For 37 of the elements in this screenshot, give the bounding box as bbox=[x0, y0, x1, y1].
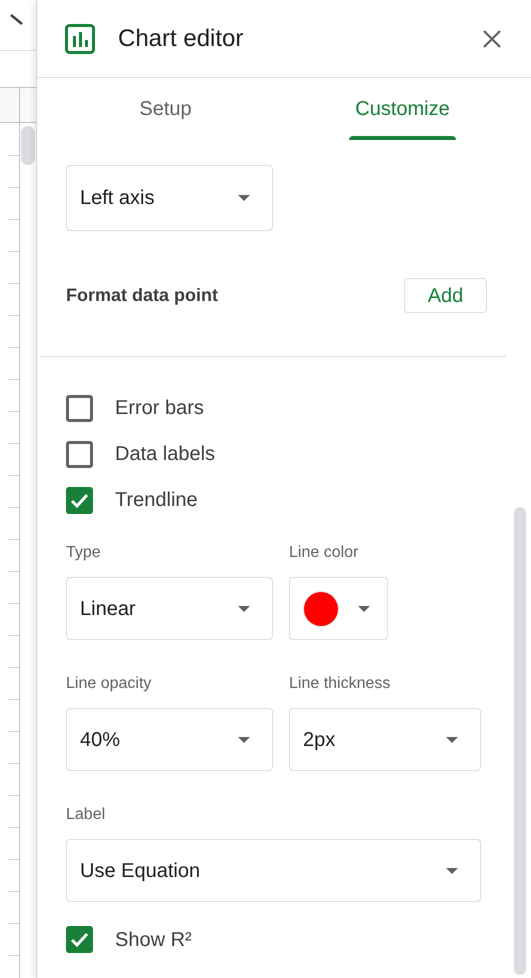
checkbox[interactable] bbox=[66, 440, 93, 468]
section-title: Format data point bbox=[66, 284, 218, 307]
caret-icon bbox=[238, 195, 250, 201]
checkbox-label[interactable]: Error bars bbox=[115, 393, 204, 423]
caret-icon bbox=[238, 736, 250, 742]
dropdown[interactable]: Use Equation bbox=[66, 839, 481, 902]
scrollbar-thumb[interactable] bbox=[21, 126, 35, 165]
dropdown[interactable]: Linear bbox=[66, 577, 273, 640]
scrollbar-thumb[interactable] bbox=[514, 507, 526, 975]
dropdown[interactable]: Left axis bbox=[66, 165, 273, 231]
field-label: Label bbox=[66, 805, 106, 825]
caret-icon bbox=[238, 606, 250, 612]
caret-icon bbox=[446, 736, 458, 742]
tab[interactable]: Setup bbox=[133, 78, 198, 140]
color-picker[interactable] bbox=[289, 577, 388, 640]
field-label: Line thickness bbox=[289, 674, 392, 694]
add-button[interactable]: Add bbox=[404, 278, 487, 313]
resize-handle-icon bbox=[10, 14, 24, 26]
checkbox-label[interactable]: Data labels bbox=[115, 439, 216, 469]
tab[interactable]: Customize bbox=[349, 78, 456, 140]
panel-title: Chart editor bbox=[118, 24, 244, 54]
check-icon bbox=[70, 492, 89, 508]
checkbox-label[interactable]: Show R² bbox=[115, 924, 192, 954]
caret-icon bbox=[358, 606, 370, 612]
close-icon[interactable] bbox=[481, 28, 503, 50]
bar-chart-icon bbox=[65, 24, 95, 54]
caret-icon bbox=[446, 868, 458, 874]
field-label: Line opacity bbox=[66, 674, 152, 694]
field-label: Line color bbox=[289, 543, 360, 563]
checkbox[interactable] bbox=[66, 926, 93, 953]
dropdown[interactable]: 2px bbox=[289, 708, 481, 771]
field-label: Type bbox=[66, 543, 102, 563]
checkbox[interactable] bbox=[66, 486, 93, 514]
check-icon bbox=[70, 932, 89, 947]
dropdown[interactable]: 40% bbox=[66, 708, 273, 771]
checkbox-label[interactable]: Trendline bbox=[115, 485, 198, 515]
checkbox[interactable] bbox=[66, 394, 93, 422]
